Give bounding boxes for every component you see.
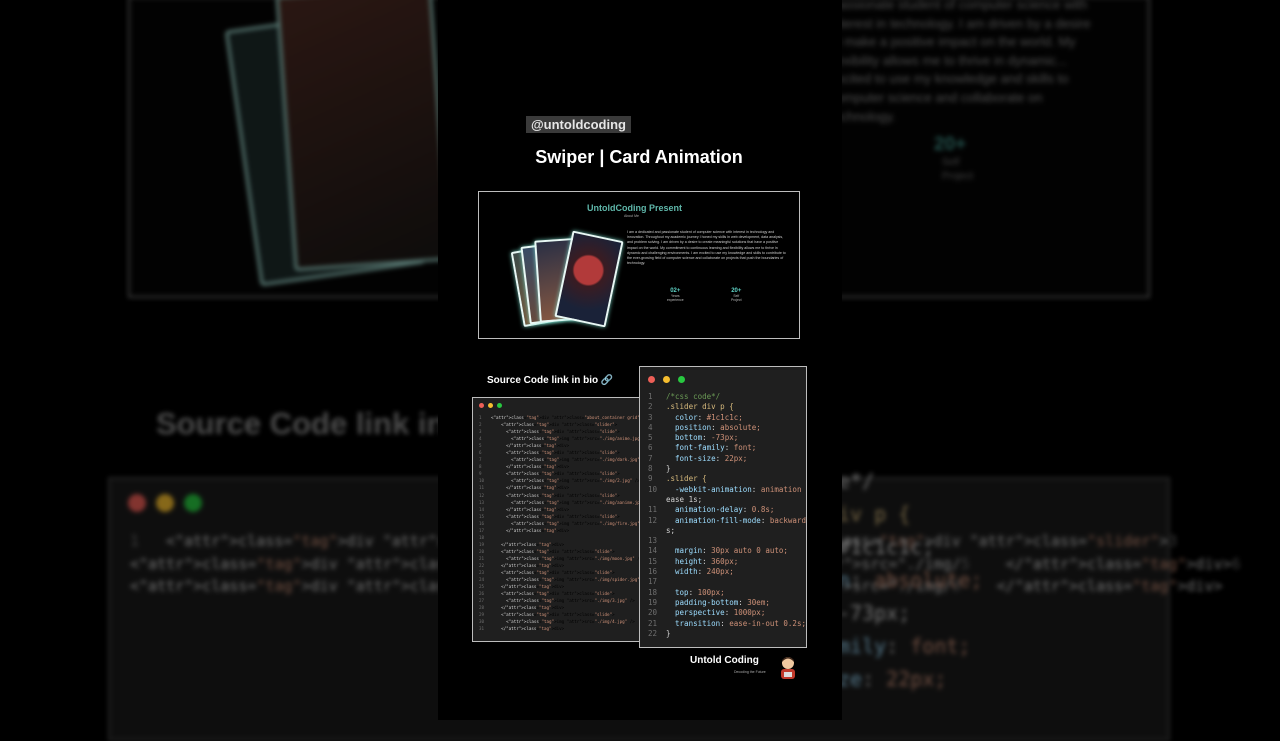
code-line: 8 </"attr">class="tag">div> (479, 464, 570, 470)
brand-tagline: Decoding the Future (734, 670, 766, 674)
minimize-dot[interactable] (663, 376, 670, 383)
code-line: ze: 22px; (838, 667, 947, 691)
code-line: 28 </"attr">class="tag">div> (479, 605, 565, 611)
code-line: 12 <"attr">class="tag">div "attr">class=… (479, 492, 620, 498)
code-line: 11 </"attr">class="tag">div> (479, 485, 570, 491)
background-paragraph: Passionate student of computer science w… (830, 0, 1091, 124)
code-line: -73px; (838, 601, 911, 625)
code-line: 17 (648, 577, 658, 587)
code-line: 6 font-family: font; (648, 443, 757, 453)
code-line: 4 <"attr">class="tag">img "attr">src="./… (479, 436, 640, 442)
code-line: 17 </"attr">class="tag">div> (479, 527, 570, 533)
code-line: 9 .slider { (648, 474, 707, 484)
preview-paragraph: I am a dedicated and passionate student … (627, 230, 786, 266)
code-line: 5 bottom: -73px; (648, 433, 739, 443)
code-line: 21 transition: ease-in-out 0.2s; (648, 618, 806, 628)
code-line: 7 font-size: 22px; (648, 453, 748, 463)
preview-heading: UntoldCoding Present (587, 203, 682, 213)
channel-handle[interactable]: @untoldcoding (526, 116, 631, 133)
avatar-icon (781, 657, 795, 679)
background-photo-card (275, 0, 451, 272)
html-code-window: 1 <"attr">class="tag">div "attr">class="a… (472, 397, 640, 642)
background-stat: 20+ Self Project (934, 134, 974, 182)
code-line: 20 perspective: 1000px; (648, 608, 766, 618)
css-code: 1/*css code*/2 .slider div p {3 color: #1… (648, 392, 806, 639)
window-controls (648, 376, 685, 383)
code-line: 9 <"attr">class="tag">div "attr">class="… (479, 471, 620, 477)
code-line: 20 <"attr">class="tag">div "attr">class=… (479, 548, 615, 554)
code-line: 23 <"attr">class="tag">div "attr">class=… (479, 570, 615, 576)
maximize-dot[interactable] (497, 403, 502, 408)
code-line: 27 <"attr">class="tag">img "attr">src=".… (479, 598, 635, 604)
code-line: 31 </"attr">class="tag">div> (479, 626, 565, 632)
code-line: 7 <"attr">class="tag">img "attr">src="./… (479, 457, 640, 463)
code-line: 15 <"attr">class="tag">div "attr">class=… (479, 513, 620, 519)
code-line: 12 animation-fill-mode: backward (648, 515, 806, 525)
code-line: 18 top: 100px; (648, 587, 725, 597)
minimize-dot[interactable] (488, 403, 493, 408)
code-line: 22 </"attr">class="tag">div> (479, 562, 565, 568)
code-line: n: absolute; (838, 568, 983, 592)
code-line: 10 <"attr">class="tag">img "attr">src=".… (479, 478, 640, 484)
code-line: 30 <"attr">class="tag">img "attr">src=".… (479, 619, 635, 625)
background-code-right: e*/ iv p { #1c1c1c; n: absolute; -73px; mily:… (838, 465, 983, 696)
preview-stat-project: 20+ Self Project (731, 288, 742, 302)
code-line: 5 </"attr">class="tag">div> (479, 443, 570, 449)
code-line: s; (666, 525, 676, 535)
code-line: 8} (648, 464, 671, 474)
preview-frame: UntoldCoding Present About Me I am a ded… (478, 191, 800, 339)
code-line: mily: font; (838, 634, 971, 658)
css-code-window: 1/*css code*/2 .slider div p {3 color: #1… (639, 366, 807, 648)
code-line: 16 width: 240px; (648, 567, 734, 577)
code-line: 25 </"attr">class="tag">div> (479, 584, 565, 590)
html-code: 1 <"attr">class="tag">div "attr">class="a… (479, 414, 640, 632)
code-line: 1<"attr">class="tag">div "attr">class="a… (479, 415, 640, 420)
code-line: 5 </"attr">class="tag">div> (960, 554, 1232, 573)
code-line: ease 1s; (666, 494, 703, 504)
code-line: 26 <"attr">class="tag">div "attr">class=… (479, 591, 615, 597)
code-line: 11 animation-delay: 0.8s; (648, 505, 775, 515)
code-line: 13 (648, 536, 658, 546)
code-line: 15 height: 360px; (648, 556, 739, 566)
code-line: 3 color: #1c1c1c; (648, 412, 743, 422)
center-panel: @untoldcoding Swiper | Card Animation Un… (438, 0, 842, 720)
code-line: 16 <"attr">class="tag">img "attr">src=".… (479, 520, 640, 526)
code-line: 1/*css code*/ (648, 392, 721, 401)
code-line: 19 padding-bottom: 30em; (648, 597, 770, 607)
brand-logo-text: Untold Coding (690, 655, 759, 666)
code-line: 13 <"attr">class="tag">img "attr">src=".… (479, 499, 639, 505)
code-line: 14 </"attr">class="tag">div> (479, 506, 570, 512)
code-line: 18 (479, 534, 485, 540)
video-title: Swiper | Card Animation (535, 147, 743, 167)
code-line: 3 <"attr">class="tag">div "attr">class="… (479, 429, 620, 435)
window-controls (479, 403, 502, 408)
preview-subheading: About Me (624, 214, 639, 218)
code-line: 14 margin: 30px auto 0 auto; (648, 546, 788, 556)
code-line: iv p { (838, 502, 911, 526)
background-window-dots (128, 494, 202, 512)
code-line: 10 -webkit-animation: animation (648, 484, 802, 494)
code-line: 2 <"attr">class="tag">div "attr">class="… (479, 422, 618, 428)
code-line: 4 position: absolute; (648, 422, 761, 432)
code-line: 6 <"attr">class="tag">div "attr">class="… (479, 450, 620, 456)
code-line: 2 .slider div p { (648, 402, 734, 412)
close-dot[interactable] (648, 376, 655, 383)
close-dot[interactable] (479, 403, 484, 408)
code-line: #1c1c1c; (838, 535, 935, 559)
code-line: e*/ (838, 469, 875, 493)
code-line: 29 <"attr">class="tag">div "attr">class=… (479, 612, 615, 618)
preview-stat-experience: 02+ Years experience (667, 288, 684, 302)
code-line: 21 <"attr">class="tag">img "attr">src=".… (479, 555, 639, 561)
code-line: 19 </"attr">class="tag">div> (479, 541, 565, 547)
code-line: 24 <"attr">class="tag">img "attr">src=".… (479, 577, 640, 583)
source-code-link[interactable]: Source Code link in bio 🔗 (487, 375, 613, 386)
maximize-dot[interactable] (678, 376, 685, 383)
code-line: 8 </"attr">class="tag">div> (951, 577, 1223, 596)
code-line: 22} (648, 628, 671, 638)
